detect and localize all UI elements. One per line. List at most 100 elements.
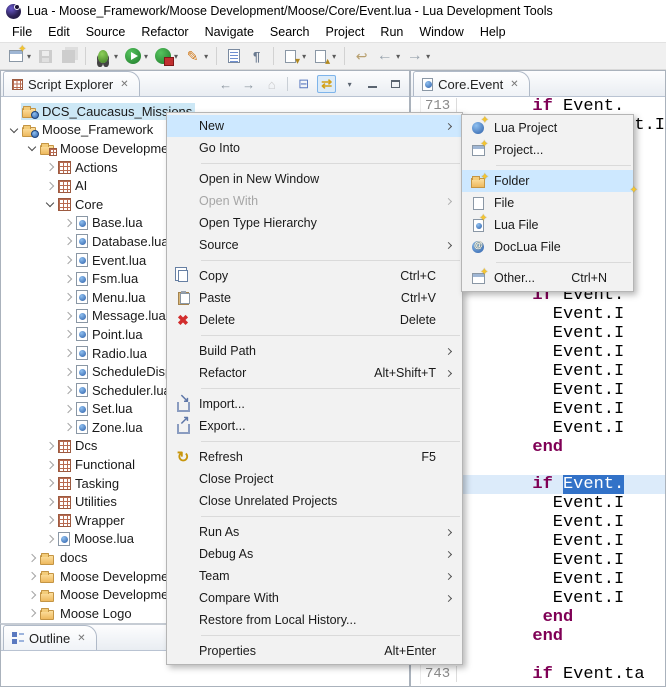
chevron-right-icon[interactable] xyxy=(61,238,75,244)
dropdown-caret-icon[interactable]: ▾ xyxy=(174,52,178,61)
explorer-toolbar-forward[interactable]: → xyxy=(239,75,258,93)
tree-item[interactable]: Scheduler.lua xyxy=(75,382,174,399)
menubar-item-help[interactable]: Help xyxy=(472,23,514,41)
tree-item[interactable]: Set.lua xyxy=(75,400,135,417)
chevron-right-icon[interactable] xyxy=(43,536,57,542)
menu-item-debug-as[interactable]: Debug As xyxy=(167,543,462,565)
menu-item-copy[interactable]: CopyCtrl+C xyxy=(167,265,462,287)
chevron-right-icon[interactable] xyxy=(43,164,57,170)
chevron-right-icon[interactable] xyxy=(61,331,75,337)
tree-item[interactable]: Menu.lua xyxy=(75,289,148,306)
menu-item-open-in-new-window[interactable]: Open in New Window xyxy=(167,168,462,190)
toolbar-button-prev-annotation[interactable]: ▾ xyxy=(309,44,339,68)
menubar-item-source[interactable]: Source xyxy=(78,23,134,41)
toolbar-button-forward[interactable]: →▾ xyxy=(403,44,433,68)
chevron-right-icon[interactable] xyxy=(43,462,57,468)
chevron-right-icon[interactable] xyxy=(43,499,57,505)
dropdown-caret-icon[interactable]: ▾ xyxy=(114,52,118,61)
menubar-item-navigate[interactable]: Navigate xyxy=(197,23,262,41)
explorer-toolbar-back[interactable]: ← xyxy=(216,75,235,93)
tree-item[interactable]: Tasking xyxy=(57,475,122,492)
explorer-toolbar-up[interactable]: ⌂ xyxy=(262,75,281,93)
chevron-down-icon[interactable] xyxy=(25,146,39,150)
toolbar-button-open-doc[interactable] xyxy=(222,44,245,68)
menu-item-compare-with[interactable]: Compare With xyxy=(167,587,462,609)
menu-item-go-into[interactable]: Go Into xyxy=(167,137,462,159)
tree-item[interactable]: Wrapper xyxy=(57,512,128,529)
toolbar-button-last-edit-location[interactable]: ↩ xyxy=(350,44,373,68)
chevron-right-icon[interactable] xyxy=(43,480,57,486)
menubar-item-edit[interactable]: Edit xyxy=(40,23,78,41)
dropdown-caret-icon[interactable]: ▾ xyxy=(426,52,430,61)
toolbar-button-show-whitespace[interactable]: ¶ xyxy=(245,44,268,68)
toolbar-button-run-last[interactable]: ▾ xyxy=(151,44,181,68)
tree-item[interactable]: Moose Development xyxy=(39,586,182,603)
menubar-item-search[interactable]: Search xyxy=(262,23,318,41)
toolbar-button-debug[interactable]: ▾ xyxy=(91,44,121,68)
explorer-toolbar-link-with-editor[interactable]: ⇄ xyxy=(317,75,336,93)
dropdown-caret-icon[interactable]: ▾ xyxy=(332,52,336,61)
toolbar-button-back[interactable]: ←▾ xyxy=(373,44,403,68)
menu-item-build-path[interactable]: Build Path xyxy=(167,340,462,362)
dropdown-caret-icon[interactable]: ▾ xyxy=(204,52,208,61)
menubar-item-file[interactable]: File xyxy=(4,23,40,41)
menubar-item-refactor[interactable]: Refactor xyxy=(133,23,196,41)
tab-script-explorer[interactable]: Script Explorer ✕ xyxy=(3,71,140,96)
chevron-right-icon[interactable] xyxy=(61,369,75,375)
tree-item[interactable]: Dcs xyxy=(57,437,100,454)
menu-item-refactor[interactable]: RefactorAlt+Shift+T xyxy=(167,362,462,384)
explorer-toolbar-collapse-all[interactable]: ⊟ xyxy=(294,75,313,93)
tree-item[interactable]: Moose Development xyxy=(39,140,182,157)
tree-item[interactable]: Point.lua xyxy=(75,326,146,343)
menu-item-lua-file[interactable]: Lua File xyxy=(462,214,633,236)
tree-item[interactable]: Moose Logo xyxy=(39,605,135,622)
menu-item-folder[interactable]: Folder xyxy=(462,170,633,192)
chevron-right-icon[interactable] xyxy=(25,592,39,598)
dropdown-caret-icon[interactable]: ▾ xyxy=(144,52,148,61)
dropdown-caret-icon[interactable]: ▾ xyxy=(396,52,400,61)
menu-item-team[interactable]: Team xyxy=(167,565,462,587)
menu-item-open-type-hierarchy[interactable]: Open Type Hierarchy xyxy=(167,212,462,234)
tree-item[interactable]: Event.lua xyxy=(75,252,149,269)
dropdown-caret-icon[interactable]: ▾ xyxy=(27,52,31,61)
tree-item[interactable]: Utilities xyxy=(57,493,120,510)
menu-item-restore-from-local-history[interactable]: Restore from Local History... xyxy=(167,609,462,631)
menu-item-other[interactable]: Other...Ctrl+N xyxy=(462,267,633,289)
chevron-down-icon[interactable] xyxy=(7,128,21,132)
chevron-right-icon[interactable] xyxy=(61,294,75,300)
tree-item[interactable]: Fsm.lua xyxy=(75,270,141,287)
tree-item[interactable]: Moose.lua xyxy=(57,530,137,547)
chevron-right-icon[interactable] xyxy=(61,424,75,430)
tree-item[interactable]: Base.lua xyxy=(75,214,146,231)
chevron-right-icon[interactable] xyxy=(43,517,57,523)
menu-item-new[interactable]: New xyxy=(167,115,462,137)
menubar-item-project[interactable]: Project xyxy=(318,23,373,41)
chevron-right-icon[interactable] xyxy=(61,313,75,319)
menu-item-properties[interactable]: PropertiesAlt+Enter xyxy=(167,640,462,662)
tree-item[interactable]: Zone.lua xyxy=(75,419,146,436)
dropdown-caret-icon[interactable]: ▾ xyxy=(302,52,306,61)
menu-item-delete[interactable]: ✖DeleteDelete xyxy=(167,309,462,331)
chevron-right-icon[interactable] xyxy=(61,406,75,412)
menu-item-lua-project[interactable]: Lua Project xyxy=(462,117,633,139)
chevron-right-icon[interactable] xyxy=(61,276,75,282)
chevron-right-icon[interactable] xyxy=(61,350,75,356)
menu-item-close-unrelated-projects[interactable]: Close Unrelated Projects xyxy=(167,490,462,512)
chevron-right-icon[interactable] xyxy=(43,183,57,189)
menu-item-project[interactable]: Project... xyxy=(462,139,633,161)
close-icon[interactable]: ✕ xyxy=(77,633,85,644)
tree-item[interactable]: Database.lua xyxy=(75,233,172,250)
menu-item-file[interactable]: File xyxy=(462,192,633,214)
menu-item-run-as[interactable]: Run As xyxy=(167,521,462,543)
chevron-right-icon[interactable] xyxy=(25,610,39,616)
tree-item[interactable]: Functional xyxy=(57,456,138,473)
menu-item-import[interactable]: Import... xyxy=(167,393,462,415)
chevron-right-icon[interactable] xyxy=(43,443,57,449)
tree-item[interactable]: Core xyxy=(57,196,106,213)
chevron-right-icon[interactable] xyxy=(61,257,75,263)
chevron-right-icon[interactable] xyxy=(61,387,75,393)
menu-item-doclua-file[interactable]: DocLua File xyxy=(462,236,633,258)
menu-item-source[interactable]: Source xyxy=(167,234,462,256)
toolbar-button-next-annotation[interactable]: ▾ xyxy=(279,44,309,68)
menu-item-paste[interactable]: PasteCtrl+V xyxy=(167,287,462,309)
